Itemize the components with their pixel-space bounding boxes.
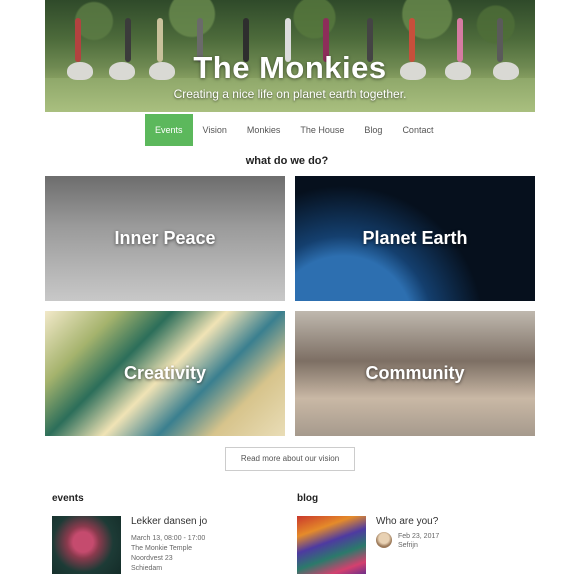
- site-tagline: Creating a nice life on planet earth tog…: [173, 87, 407, 101]
- section-heading: what do we do?: [245, 155, 329, 167]
- event-street: Noordvest 23: [131, 555, 173, 562]
- blog-post-title[interactable]: Who are you?: [376, 516, 438, 527]
- event-title[interactable]: Lekker dansen jo: [131, 516, 207, 527]
- main-navigation: Events Vision Monkies The House Blog Con…: [145, 114, 443, 146]
- read-more-vision-button[interactable]: Read more about our vision: [225, 447, 355, 471]
- tile-planet-earth[interactable]: Planet Earth: [295, 176, 535, 301]
- nav-item-monkies[interactable]: Monkies: [237, 114, 291, 146]
- nav-item-events[interactable]: Events: [145, 114, 193, 146]
- hero-banner: The Monkies Creating a nice life on plan…: [45, 0, 535, 112]
- nav-item-blog[interactable]: Blog: [354, 114, 392, 146]
- blog-post-author: Sefrijn: [398, 542, 418, 549]
- events-heading: events: [52, 493, 84, 504]
- tile-creativity[interactable]: Creativity: [45, 311, 285, 436]
- blog-post-date: Feb 23, 2017: [398, 533, 440, 540]
- blog-thumbnail[interactable]: [297, 516, 366, 574]
- tile-label: Creativity: [123, 363, 207, 383]
- event-venue: The Monkie Temple: [131, 545, 192, 552]
- blog-heading: blog: [297, 493, 319, 504]
- tile-label: Community: [365, 363, 465, 383]
- tile-label: Inner Peace: [114, 228, 216, 248]
- tile-label: Planet Earth: [362, 228, 468, 248]
- author-avatar: [376, 532, 392, 548]
- nav-item-contact[interactable]: Contact: [392, 114, 443, 146]
- tile-community[interactable]: Community: [295, 311, 535, 436]
- event-date: March 13, 08:00 - 17:00: [131, 535, 206, 542]
- site-title: The Monkies: [193, 50, 387, 85]
- tile-inner-peace[interactable]: Inner Peace: [45, 176, 285, 301]
- nav-item-the-house[interactable]: The House: [290, 114, 354, 146]
- nav-item-vision[interactable]: Vision: [193, 114, 237, 146]
- event-thumbnail[interactable]: [52, 516, 121, 574]
- event-city: Schiedam: [131, 565, 163, 572]
